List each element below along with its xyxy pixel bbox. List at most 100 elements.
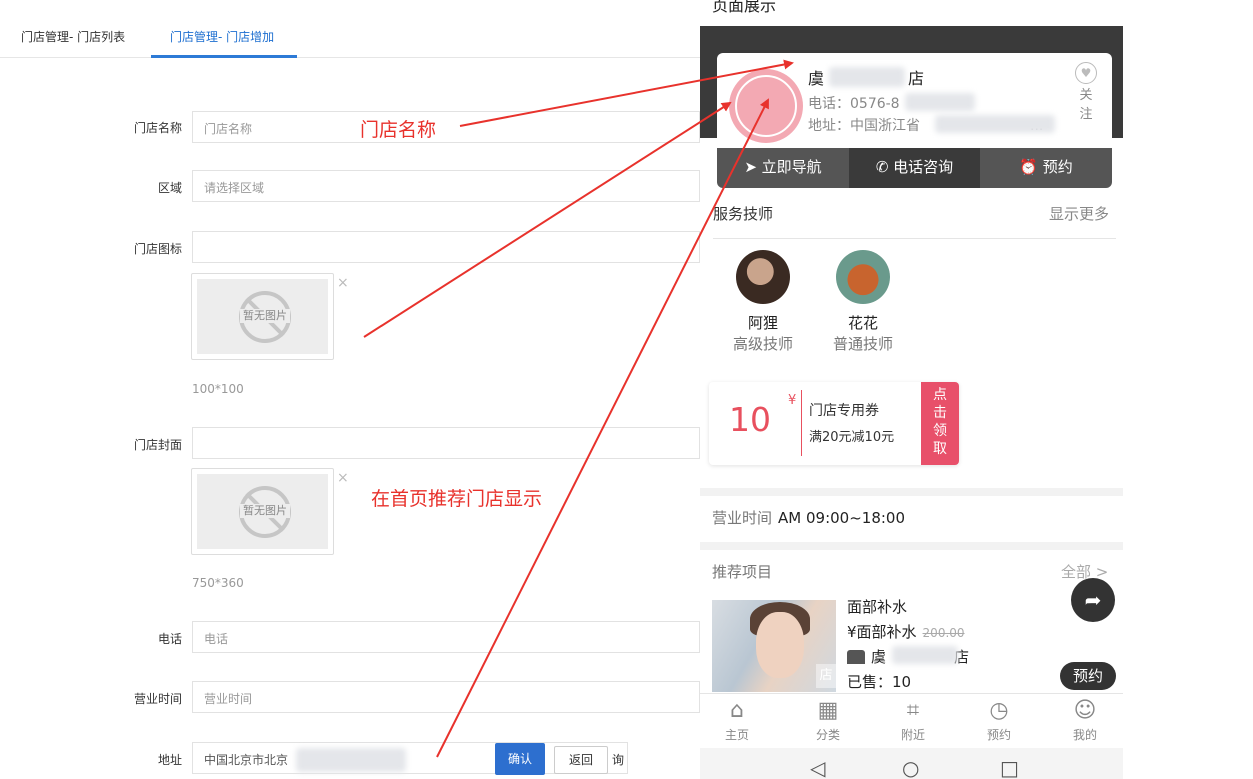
- product-old-price: 200.00: [922, 626, 965, 640]
- preview-header: 页面展示: [700, 0, 1123, 26]
- tab-mine[interactable]: ☺ 我的: [1050, 696, 1120, 743]
- clock-icon: ⏰: [1019, 158, 1038, 176]
- navigate-label: 立即导航: [761, 158, 822, 176]
- store-badge: 店: [816, 664, 836, 688]
- back-nav-icon[interactable]: ◁: [810, 756, 825, 779]
- navigate-icon: ➤: [744, 158, 757, 176]
- recommend-title: 推荐项目: [712, 563, 773, 581]
- phone-consult-button[interactable]: ✆ 电话咨询: [849, 148, 980, 188]
- coupon-condition: 满20元减10元: [809, 430, 895, 445]
- back-button[interactable]: 返回: [554, 746, 608, 774]
- claim-coupon-button[interactable]: 点击领取: [921, 382, 959, 465]
- share-icon: ➦: [1084, 588, 1102, 612]
- store-cover-preview[interactable]: 暂无图片: [191, 468, 334, 555]
- navigate-button[interactable]: ➤ 立即导航: [717, 148, 849, 188]
- preview-header-title: 页面展示: [712, 0, 777, 15]
- region-label: 区域: [157, 181, 182, 195]
- book-button[interactable]: 预约: [1060, 662, 1116, 690]
- technician-name: 花花: [847, 314, 878, 332]
- show-more-link[interactable]: 显示更多: [1049, 203, 1109, 224]
- tab-label: 附近: [900, 728, 925, 742]
- technicians-title: 服务技师: [713, 205, 774, 223]
- product-image[interactable]: 店: [712, 600, 836, 692]
- tab-nearby[interactable]: ⌗ 附近: [878, 696, 948, 743]
- follow-label: 关注: [1079, 88, 1093, 122]
- store-name-input[interactable]: 门店名称: [192, 111, 700, 143]
- reserve-button[interactable]: ⏰ 预约: [980, 148, 1112, 188]
- business-hours: 营业时间 AM 09:00~18:00: [712, 509, 906, 527]
- clock-icon: ◷: [989, 698, 1009, 723]
- home-nav-icon[interactable]: ○: [902, 756, 919, 779]
- no-image-text: 暂无图片: [240, 504, 290, 518]
- phone-icon: ✆: [875, 158, 889, 176]
- store-phone: 电话：0576-8: [808, 96, 900, 112]
- product-title[interactable]: 面部补水: [847, 596, 907, 617]
- no-image-icon: 暂无图片: [239, 486, 291, 538]
- tab-label: 我的: [1072, 728, 1097, 742]
- product-image-face: [756, 612, 804, 678]
- shop-icon: [847, 650, 865, 664]
- tab-store-list[interactable]: 门店管理- 门店列表: [21, 28, 125, 45]
- user-icon: ☺: [1073, 698, 1097, 723]
- technician-name: 阿狸: [747, 314, 778, 332]
- home-icon: ⌂: [730, 698, 744, 723]
- heart-icon: ♥: [1075, 62, 1097, 84]
- product-sold: 已售：10: [847, 673, 912, 691]
- store-card[interactable]: 虞店 电话：0576-8 地址：中国浙江省... ♥ 关注: [717, 53, 1112, 149]
- store-cover-label: 门店封面: [133, 438, 182, 452]
- redacted-shop-name: [892, 646, 958, 664]
- bottom-tab-bar: ⌂ 主页 ▦ 分类 ⌗ 附近 ◷ 预约 ☺ 我的: [700, 693, 1123, 748]
- technician-avatar[interactable]: [836, 250, 890, 304]
- store-icon-input[interactable]: [192, 231, 700, 263]
- mobile-preview: 页面展示 虞店 电话：0576-8 地址：中国浙江省... ♥ 关注 ➤ 立即导…: [700, 0, 1123, 779]
- section-gap: [700, 488, 1123, 496]
- region-select[interactable]: 请选择区域: [192, 170, 700, 202]
- product-price: ¥面部补水 200.00: [847, 623, 965, 641]
- tab-label: 主页: [724, 728, 749, 742]
- technician-avatar[interactable]: [736, 250, 790, 304]
- section-gap: [700, 542, 1123, 550]
- store-name-label: 门店名称: [133, 121, 182, 135]
- redacted-address-preview: [935, 115, 1055, 133]
- store-action-bar: ➤ 立即导航 ✆ 电话咨询 ⏰ 预约: [717, 148, 1112, 188]
- nearby-icon: ⌗: [906, 698, 920, 723]
- phone-input[interactable]: 电话: [192, 621, 700, 653]
- tab-home[interactable]: ⌂ 主页: [702, 696, 772, 743]
- follow-button[interactable]: ♥ 关注: [1074, 62, 1098, 122]
- confirm-button[interactable]: 确认: [495, 743, 545, 775]
- store-cover-input[interactable]: [192, 427, 700, 459]
- address-query-text: 询: [612, 753, 625, 767]
- reserve-label: 预约: [1042, 158, 1073, 176]
- business-hours-value: AM 09:00~18:00: [778, 509, 906, 527]
- cover-size-hint: 750*360: [192, 576, 244, 590]
- claim-coupon-label: 点击领取: [933, 387, 947, 457]
- hours-label: 营业时间: [133, 692, 182, 706]
- recent-nav-icon[interactable]: □: [1000, 756, 1019, 779]
- redacted-store-name: [829, 67, 905, 87]
- store-coupon: 10 ¥ 门店专用券 满20元减10元 点击领取: [709, 382, 959, 465]
- store-icon-preview[interactable]: 暂无图片: [191, 273, 334, 360]
- technician-level: 高级技师: [732, 335, 793, 353]
- tab-category[interactable]: ▦ 分类: [793, 696, 863, 743]
- coupon-currency: ¥: [788, 393, 797, 408]
- share-button[interactable]: ➦: [1071, 578, 1115, 622]
- remove-cover-image-button[interactable]: ×: [337, 470, 349, 486]
- divider: [713, 238, 1116, 239]
- tab-store-add[interactable]: 门店管理- 门店增加: [170, 28, 274, 45]
- store-icon-label: 门店图标: [133, 242, 182, 256]
- remove-icon-image-button[interactable]: ×: [337, 275, 349, 291]
- redacted-phone: [905, 93, 975, 111]
- store-logo: [729, 69, 803, 143]
- annotation-home-recommend: 在首页推荐门店显示: [371, 488, 543, 510]
- tab-reserve[interactable]: ◷ 预约: [964, 696, 1034, 743]
- tab-label: 预约: [986, 728, 1011, 742]
- no-image-text: 暂无图片: [240, 309, 290, 323]
- annotation-store-name: 门店名称: [360, 119, 437, 141]
- coupon-divider: [801, 390, 802, 456]
- active-tab-indicator: [151, 55, 297, 58]
- redacted-address: [296, 748, 406, 772]
- tab-label: 分类: [815, 728, 840, 742]
- hours-input[interactable]: 营业时间: [192, 681, 700, 713]
- coupon-amount: 10: [729, 400, 771, 439]
- no-image-icon: 暂无图片: [239, 291, 291, 343]
